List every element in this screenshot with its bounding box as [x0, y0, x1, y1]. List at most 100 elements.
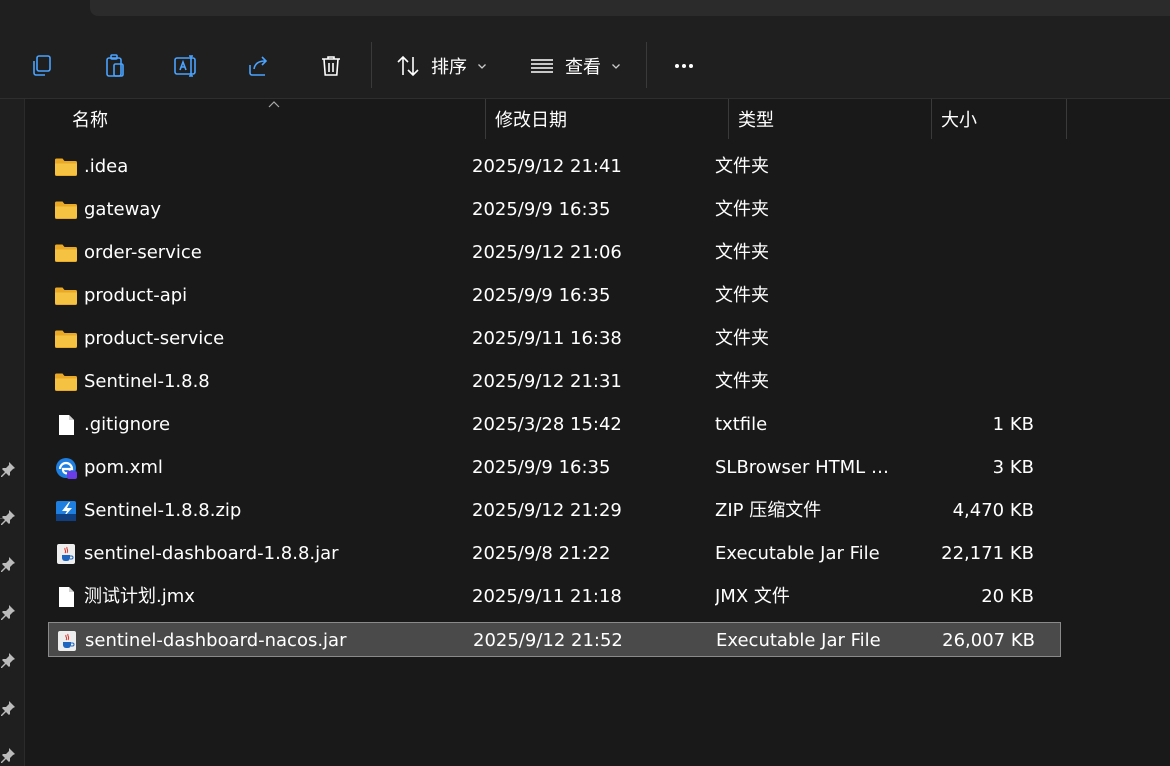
more-options-button[interactable]: [666, 48, 702, 84]
pin-icon[interactable]: [0, 556, 16, 572]
java-jar-icon: [55, 629, 79, 653]
file-date: 2025/9/8 21:22: [472, 543, 611, 564]
view-menu-button[interactable]: 查看: [529, 48, 621, 84]
file-type: 文件夹: [715, 242, 769, 263]
copy-button[interactable]: [24, 48, 60, 84]
file-row[interactable]: .idea 2025/9/12 21:41 文件夹: [48, 149, 1061, 184]
file-date: 2025/3/28 15:42: [472, 414, 622, 435]
column-header-size[interactable]: 大小: [931, 99, 1066, 139]
rename-icon: [174, 55, 196, 77]
file-row[interactable]: 测试计划.jmx 2025/9/11 21:18 JMX 文件 20 KB: [48, 579, 1061, 614]
file-row[interactable]: gateway 2025/9/9 16:35 文件夹: [48, 192, 1061, 227]
file-size: 4,470 KB: [952, 500, 1034, 521]
more-icon: [675, 64, 693, 68]
browser-document-icon: [54, 456, 78, 480]
file-date: 2025/9/11 16:38: [472, 328, 622, 349]
file-name: product-service: [84, 328, 225, 349]
file-size: [908, 364, 1034, 399]
file-name: .gitignore: [84, 414, 171, 435]
view-label: 查看: [565, 57, 601, 78]
paste-button[interactable]: [97, 48, 133, 84]
folder-icon: [54, 155, 78, 179]
paste-icon: [106, 54, 124, 77]
file-row[interactable]: Sentinel-1.8.8 2025/9/12 21:31 文件夹: [48, 364, 1061, 399]
file-date: 2025/9/12 21:31: [472, 371, 622, 392]
share-button[interactable]: [241, 48, 277, 84]
file-icon: [54, 585, 78, 609]
file-size: [908, 192, 1034, 227]
file-type: 文件夹: [715, 199, 769, 220]
file-type: Executable Jar File: [715, 543, 880, 564]
column-header-date[interactable]: 修改日期: [485, 99, 728, 139]
copy-icon: [33, 55, 51, 76]
share-icon: [249, 56, 268, 76]
file-row[interactable]: product-service 2025/9/11 16:38 文件夹: [48, 321, 1061, 356]
pin-icon[interactable]: [0, 747, 16, 763]
pin-icon[interactable]: [0, 700, 16, 716]
file-type: SLBrowser HTML D...: [715, 457, 895, 478]
file-date: 2025/9/12 21:52: [473, 630, 623, 651]
file-row[interactable]: sentinel-dashboard-1.8.8.jar 2025/9/8 21:…: [48, 536, 1061, 571]
file-name: sentinel-dashboard-1.8.8.jar: [84, 543, 339, 564]
file-name: order-service: [84, 242, 202, 263]
file-date: 2025/9/9 16:35: [472, 199, 611, 220]
pin-icon[interactable]: [0, 604, 16, 620]
pin-icon[interactable]: [0, 461, 16, 477]
file-size: [908, 278, 1034, 313]
file-row[interactable]: .gitignore 2025/3/28 15:42 txtfile 1 KB: [48, 407, 1061, 442]
file-name: product-api: [84, 285, 188, 306]
file-date: 2025/9/9 16:35: [472, 457, 611, 478]
file-date: 2025/9/12 21:29: [472, 500, 622, 521]
file-row[interactable]: pom.xml 2025/9/9 16:35 SLBrowser HTML D...…: [48, 450, 1061, 485]
file-date: 2025/9/9 16:35: [472, 285, 611, 306]
column-header-name[interactable]: 名称: [62, 99, 485, 139]
file-size: 26,007 KB: [942, 630, 1035, 651]
file-size: 20 KB: [981, 586, 1034, 607]
command-bar: 排序 查看: [0, 28, 1170, 99]
rename-button[interactable]: [168, 48, 204, 84]
file-type: 文件夹: [715, 328, 769, 349]
file-size: [908, 235, 1034, 270]
sort-icon: [397, 55, 419, 77]
file-type: ZIP 压缩文件: [715, 500, 822, 521]
file-type: txtfile: [715, 414, 768, 435]
zip-archive-icon: [54, 499, 78, 523]
file-type: 文件夹: [715, 285, 769, 306]
file-list: 名称 修改日期 类型 大小 .idea 2025/9/12 21:41 文件夹 ga…: [25, 99, 1170, 766]
file-icon: [54, 413, 78, 437]
folder-icon: [54, 198, 78, 222]
file-row[interactable]: order-service 2025/9/12 21:06 文件夹: [48, 235, 1061, 270]
file-size: 22,171 KB: [941, 543, 1034, 564]
pin-icon[interactable]: [0, 652, 16, 668]
folder-icon: [54, 241, 78, 265]
delete-button[interactable]: [313, 48, 349, 84]
delete-icon: [322, 56, 340, 76]
pin-icon[interactable]: [0, 509, 16, 525]
toolbar-separator: [371, 42, 372, 88]
file-row[interactable]: sentinel-dashboard-nacos.jar 2025/9/12 21…: [48, 622, 1061, 657]
file-type: 文件夹: [715, 156, 769, 177]
file-row[interactable]: product-api 2025/9/9 16:35 文件夹: [48, 278, 1061, 313]
file-name: 测试计划.jmx: [84, 586, 195, 607]
file-date: 2025/9/12 21:06: [472, 242, 622, 263]
file-date: 2025/9/12 21:41: [472, 156, 622, 177]
column-divider[interactable]: [1066, 99, 1067, 139]
sort-label: 排序: [431, 57, 467, 78]
address-bar[interactable]: [90, 0, 1170, 16]
chevron-down-icon: [612, 64, 620, 69]
file-type: JMX 文件: [715, 586, 790, 607]
file-name: gateway: [84, 199, 161, 220]
folder-icon: [54, 327, 78, 351]
file-row[interactable]: Sentinel-1.8.8.zip 2025/9/12 21:29 ZIP 压缩文…: [48, 493, 1061, 528]
file-name: Sentinel-1.8.8: [84, 371, 210, 392]
chevron-down-icon: [478, 64, 486, 69]
file-type: Executable Jar File: [716, 630, 881, 651]
file-name: .idea: [84, 156, 129, 177]
java-jar-icon: [54, 542, 78, 566]
sort-menu-button[interactable]: 排序: [395, 48, 487, 84]
file-size: 3 KB: [992, 457, 1034, 478]
title-bar: [0, 0, 1170, 28]
file-name: sentinel-dashboard-nacos.jar: [85, 630, 347, 651]
navigation-pane: [0, 99, 25, 766]
column-header-type[interactable]: 类型: [728, 99, 931, 139]
